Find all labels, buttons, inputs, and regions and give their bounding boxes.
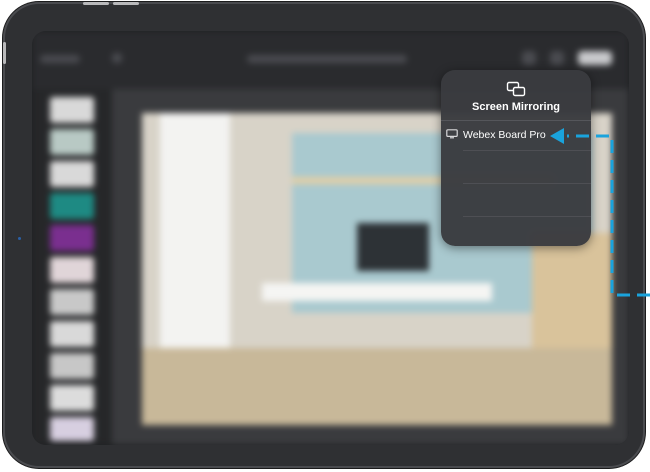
divider	[463, 150, 591, 151]
power-button	[3, 42, 6, 64]
sensor-dot	[18, 237, 21, 240]
popover-title: Screen Mirroring	[471, 101, 561, 113]
ipad-screen: Screen Mirroring Webex Board Pro	[32, 31, 629, 445]
slide-navigator	[32, 89, 112, 445]
volume-button	[113, 2, 139, 5]
divider	[441, 120, 591, 121]
display-icon	[446, 129, 458, 139]
divider	[463, 216, 591, 217]
ipad-frame: Screen Mirroring Webex Board Pro	[3, 2, 645, 468]
screen-mirroring-icon	[506, 81, 526, 97]
divider	[463, 183, 591, 184]
screen-mirroring-popover: Screen Mirroring Webex Board Pro	[441, 70, 591, 246]
device-row-webex-board-pro[interactable]: Webex Board Pro	[441, 123, 591, 148]
volume-button	[83, 2, 109, 5]
device-label: Webex Board Pro	[463, 129, 546, 141]
